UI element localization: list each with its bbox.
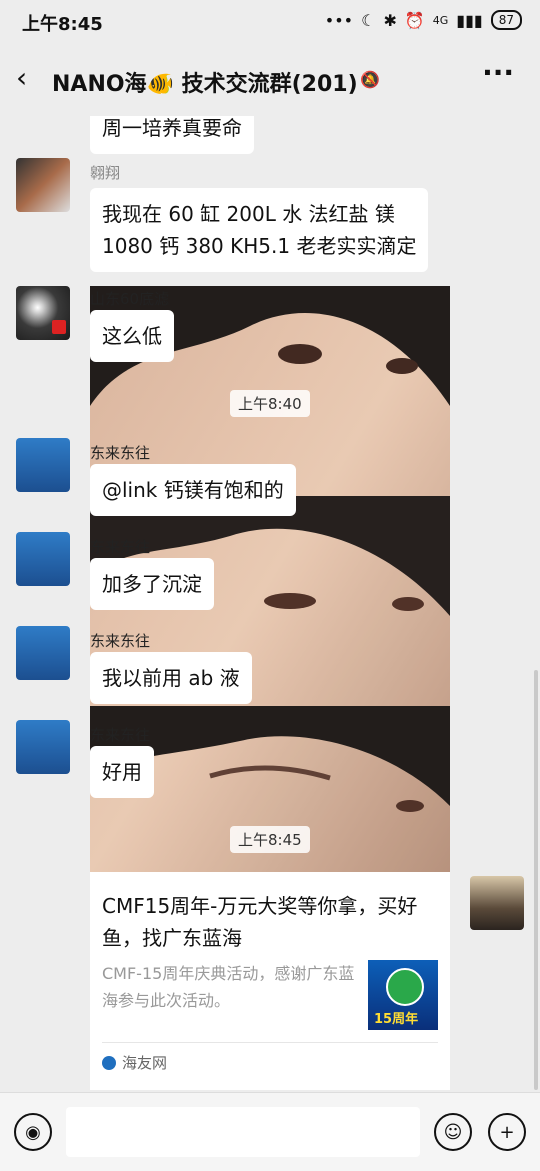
message-line: 我现在 60 缸 200L 水 法红盐 镁 [102, 202, 395, 226]
status-bar: 上午8:45 ••• ☾ ✱ ⏰ 4G ▮▮▮ 87 [0, 0, 540, 44]
message-bubble[interactable]: 周一培养真要命 [90, 116, 254, 154]
scrollbar[interactable] [534, 670, 538, 1090]
timestamp: 上午8:45 [230, 826, 310, 853]
sender-name: 东来东往 [90, 538, 151, 556]
more-dots-icon: ••• [324, 10, 354, 30]
avatar[interactable] [16, 532, 70, 586]
battery-icon: 87 [490, 10, 522, 30]
bluetooth-icon: ✱ [383, 10, 397, 30]
avatar[interactable] [16, 158, 70, 212]
avatar[interactable] [16, 626, 70, 680]
card-thumbnail: 15周年 [368, 960, 438, 1030]
message-bubble[interactable]: 好用 [90, 746, 154, 798]
avatar[interactable] [16, 438, 70, 492]
link-card[interactable]: CMF15周年-万元大奖等你拿，买好鱼，找广东蓝海 CMF-15周年庆典活动，感… [90, 872, 450, 1090]
sender-name: 山东60底滤 [90, 290, 170, 308]
message-input[interactable] [66, 1107, 420, 1157]
voice-icon[interactable]: ◉ [14, 1113, 52, 1151]
sender-name: 东来东往 [90, 726, 151, 744]
status-icons: ••• ☾ ✱ ⏰ 4G ▮▮▮ 87 [325, 10, 522, 30]
card-description: CMF-15周年庆典活动，感谢广东蓝海参与此次活动。 [102, 964, 355, 1010]
divider [102, 1042, 438, 1043]
self-avatar[interactable] [470, 876, 524, 930]
moon-icon: ☾ [361, 10, 376, 30]
timestamp: 上午8:40 [230, 390, 310, 417]
message-bubble[interactable]: @link 钙镁有饱和的 [90, 464, 296, 516]
flag-icon [52, 320, 66, 334]
chat-area: 周一培养真要命 翱翔 我现在 60 缸 200L 水 法红盐 镁 1080 钙 … [0, 116, 540, 1092]
alarm-icon: ⏰ [404, 10, 425, 30]
logo-icon [386, 968, 424, 1006]
message-bubble[interactable]: 这么低 [90, 310, 174, 362]
chat-title: NANO海🐠 技术交流群(201) [52, 72, 358, 97]
sender-name: 东来东往 [90, 632, 151, 650]
sender-name: 东来东往 [90, 444, 151, 462]
sender-name: 翱翔 [90, 164, 121, 182]
avatar[interactable] [16, 720, 70, 774]
thumb-label: 15周年 [374, 1012, 419, 1027]
status-time: 上午8:45 [22, 14, 103, 35]
input-bar: ◉ ☺ + [0, 1092, 540, 1171]
message-bubble[interactable]: 加多了沉淀 [90, 558, 214, 610]
message-line: 1080 钙 380 KH5.1 老老实实滴定 [102, 234, 417, 258]
emoji-icon[interactable]: ☺ [434, 1113, 472, 1151]
add-icon[interactable]: + [488, 1113, 526, 1151]
more-options-icon[interactable]: ··· [482, 56, 514, 89]
back-icon[interactable]: ‹ [16, 64, 27, 92]
signal-label: 4G [432, 13, 449, 27]
card-title: CMF15周年-万元大奖等你拿，买好鱼，找广东蓝海 [102, 894, 418, 950]
message-bubble[interactable]: 我以前用 ab 液 [90, 652, 252, 704]
signal-icon: ▮▮▮ [456, 10, 483, 30]
message-bubble[interactable]: 我现在 60 缸 200L 水 法红盐 镁 1080 钙 380 KH5.1 老… [90, 188, 429, 272]
chat-header: ‹ NANO海🐠 技术交流群(201) 🔕 ··· [0, 44, 540, 116]
mute-icon: 🔕 [360, 70, 380, 89]
source-name: 海友网 [122, 1054, 168, 1072]
source-logo-icon [102, 1055, 116, 1070]
card-source: 海友网 [102, 1052, 167, 1073]
